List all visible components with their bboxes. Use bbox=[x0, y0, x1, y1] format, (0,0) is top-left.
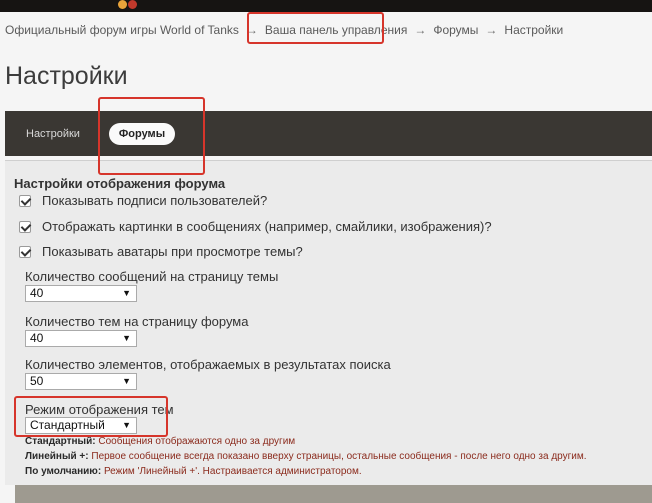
panel-footer-bar bbox=[15, 485, 652, 503]
description-term: По умолчанию: bbox=[25, 466, 102, 477]
checkbox-show-avatars[interactable] bbox=[19, 246, 31, 258]
select-value: Стандартный bbox=[30, 418, 105, 432]
description-term: Линейный +: bbox=[25, 451, 89, 462]
checkbox-show-signatures[interactable] bbox=[19, 195, 31, 207]
search-results-count-select[interactable]: 50 ▼ bbox=[25, 373, 137, 390]
logo bbox=[110, 0, 150, 12]
breadcrumb-separator: → bbox=[245, 23, 258, 37]
description-text: Первое сообщение всегда показано вверху … bbox=[91, 451, 587, 462]
dropdown-arrow-icon: ▼ bbox=[122, 376, 131, 386]
description-text: Режим 'Линейный +'. Настраивается админи… bbox=[103, 466, 362, 477]
checkbox-label: Показывать подписи пользователей? bbox=[42, 193, 268, 208]
tab-forums[interactable]: Форумы bbox=[109, 123, 175, 145]
breadcrumb-settings[interactable]: Настройки bbox=[504, 23, 563, 37]
breadcrumb-separator: → bbox=[414, 23, 427, 37]
select-value: 50 bbox=[30, 374, 44, 388]
posts-per-page-label: Количество сообщений на страницу темы bbox=[25, 269, 279, 284]
section-title: Настройки отображения форума bbox=[14, 176, 226, 191]
checkbox-label: Показывать аватары при просмотре темы? bbox=[42, 244, 303, 259]
mode-description-linear: Линейный +: Первое сообщение всегда пока… bbox=[25, 451, 587, 462]
topic-display-mode-label: Режим отображения тем bbox=[25, 402, 174, 417]
breadcrumb-separator: → bbox=[485, 23, 498, 37]
select-value: 40 bbox=[30, 331, 44, 345]
dropdown-arrow-icon: ▼ bbox=[122, 333, 131, 343]
checkbox-show-images[interactable] bbox=[19, 221, 31, 233]
checkbox-row-show-signatures[interactable]: Показывать подписи пользователей? bbox=[19, 193, 267, 209]
checkbox-row-show-images[interactable]: Отображать картинки в сообщениях (наприм… bbox=[19, 219, 492, 235]
topic-display-mode-select[interactable]: Стандартный ▼ bbox=[25, 417, 137, 434]
breadcrumb-forum-home[interactable]: Официальный форум игры World of Tanks bbox=[5, 23, 239, 37]
checkbox-label: Отображать картинки в сообщениях (наприм… bbox=[42, 219, 492, 234]
dropdown-arrow-icon: ▼ bbox=[122, 420, 131, 430]
search-results-count-label: Количество элементов, отображаемых в рез… bbox=[25, 357, 391, 372]
page-title: Настройки bbox=[5, 62, 128, 90]
breadcrumb-forums[interactable]: Форумы bbox=[433, 23, 478, 37]
dropdown-arrow-icon: ▼ bbox=[122, 288, 131, 298]
description-text: Сообщения отображаются одно за другим bbox=[98, 436, 296, 447]
settings-tab-bar: Настройки Форумы bbox=[5, 111, 652, 156]
tab-settings[interactable]: Настройки bbox=[26, 123, 80, 145]
topics-per-page-select[interactable]: 40 ▼ bbox=[25, 330, 137, 347]
mode-description-standard: Стандартный: Сообщения отображаются одно… bbox=[25, 436, 295, 447]
breadcrumb: Официальный форум игры World of Tanks → Ва… bbox=[5, 23, 563, 37]
breadcrumb-control-panel[interactable]: Ваша панель управления bbox=[265, 23, 407, 37]
checkbox-row-show-avatars[interactable]: Показывать аватары при просмотре темы? bbox=[19, 244, 303, 260]
select-value: 40 bbox=[30, 286, 44, 300]
mode-description-default: По умолчанию: Режим 'Линейный +'. Настра… bbox=[25, 466, 362, 477]
description-term: Стандартный: bbox=[25, 436, 96, 447]
topics-per-page-label: Количество тем на страницу форума bbox=[25, 314, 249, 329]
posts-per-page-select[interactable]: 40 ▼ bbox=[25, 285, 137, 302]
site-header-strip bbox=[0, 0, 652, 12]
